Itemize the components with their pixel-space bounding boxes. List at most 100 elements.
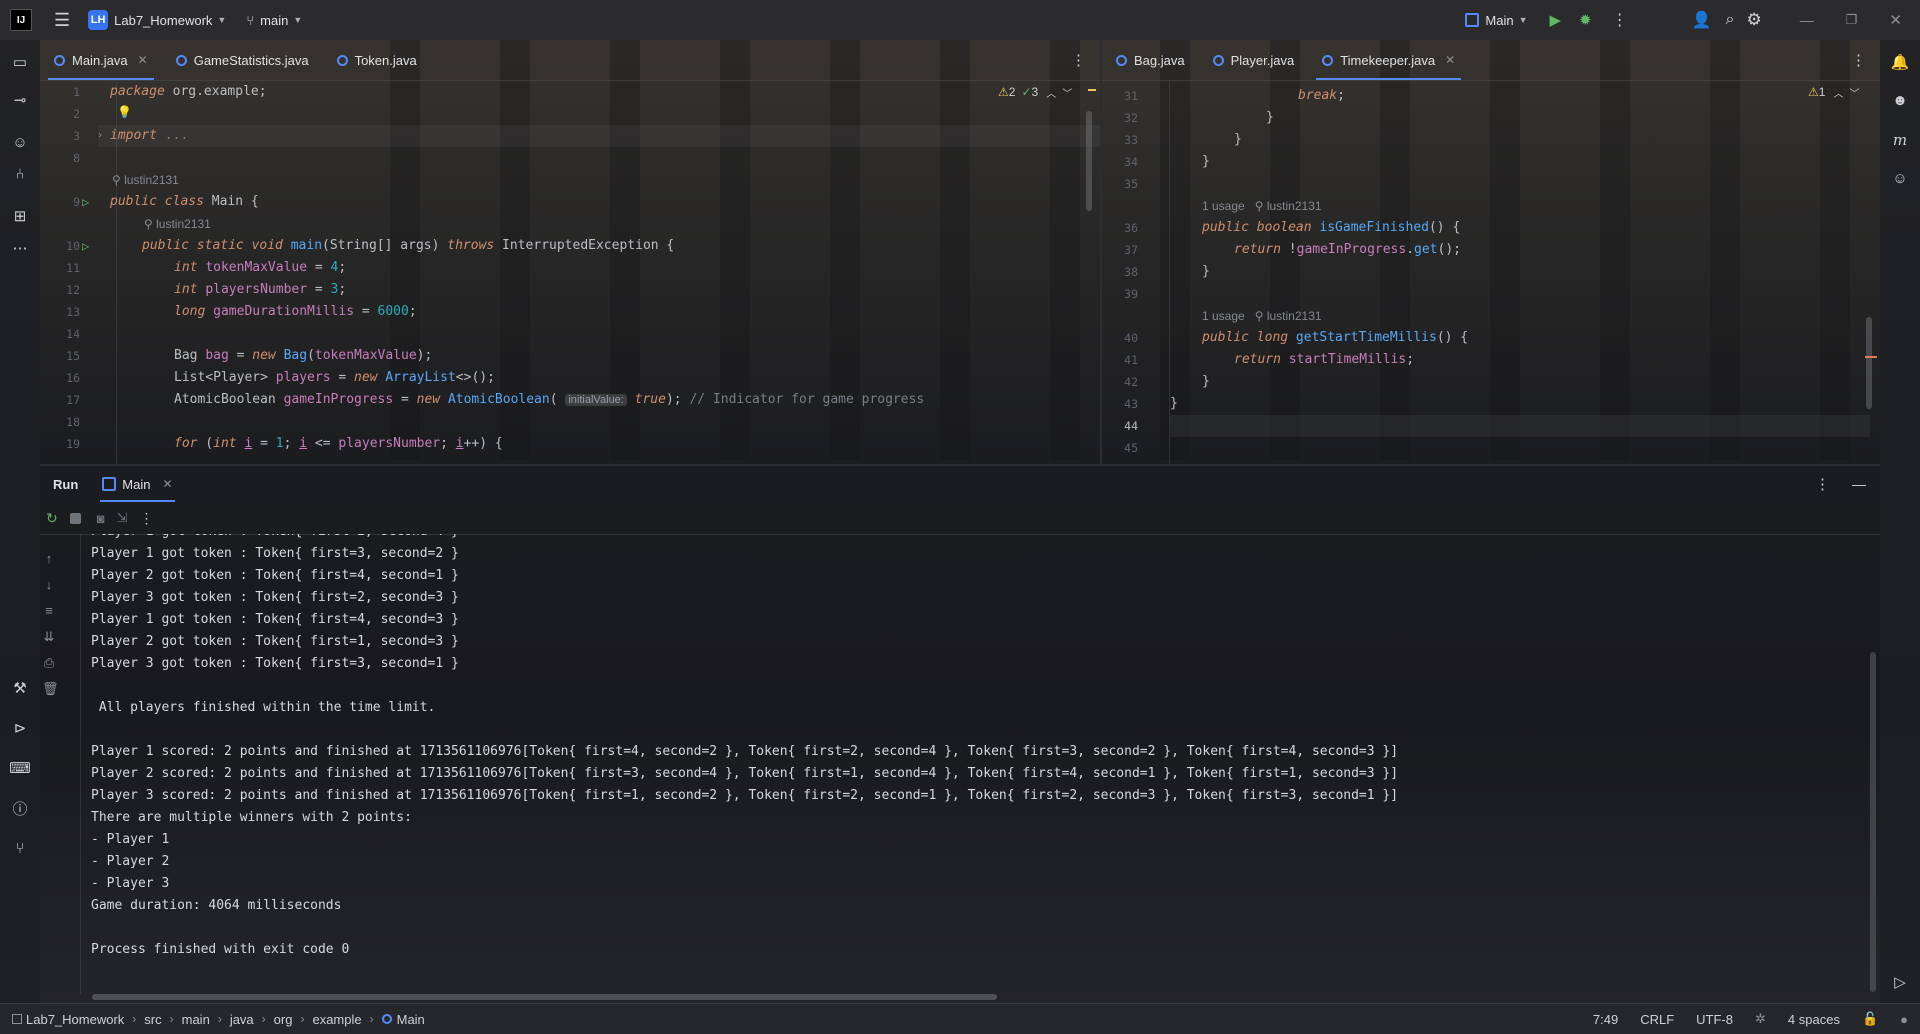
chevron-down-icon: ▼ [293, 15, 303, 25]
console-output[interactable]: Player 1 got token : Token{ first=2, sec… [40, 534, 1870, 984]
run-icon[interactable]: ▶ [1550, 11, 1562, 29]
line-number: 36 [1124, 221, 1138, 235]
run-gutter-icon[interactable]: ▷ [82, 239, 89, 253]
problems-icon[interactable]: ⓘ [8, 796, 32, 820]
services-icon[interactable]: ⊳ [8, 716, 32, 740]
main-menu-icon[interactable]: ☰ [54, 10, 70, 31]
file-encoding[interactable]: UTF-8 [1696, 1012, 1733, 1027]
tab-gamestatistics-java[interactable]: GameStatistics.java [162, 40, 323, 80]
more-actions-icon[interactable]: ⋮ [140, 510, 154, 527]
gear-icon[interactable]: ⚙ [1747, 10, 1762, 30]
tab-run-main[interactable]: Main ✕ [100, 466, 175, 502]
java-class-icon [381, 1014, 392, 1024]
inspections-widget[interactable]: ⚠ 1 ︿ ﹀ [1808, 81, 1859, 103]
indent-setting[interactable]: 4 spaces [1788, 1012, 1840, 1027]
stop-icon[interactable] [69, 512, 81, 524]
tab-bag-java[interactable]: Bag.java [1102, 40, 1199, 80]
git-icon[interactable]: ⑂ [8, 836, 32, 860]
code-line: public boolean isGameFinished() { [1202, 220, 1461, 235]
camera-icon[interactable]: ◙ [97, 511, 105, 526]
caret-position[interactable]: 7:49 [1593, 1012, 1618, 1027]
tab-timekeeper-java[interactable]: Timekeeper.java ✕ [1308, 40, 1469, 80]
debug-icon[interactable]: ✹ [1579, 11, 1592, 29]
more-actions-icon[interactable]: ⋮ [1612, 10, 1628, 30]
search-icon[interactable]: ⌕ [1726, 11, 1735, 29]
tab-token-java[interactable]: Token.java [323, 40, 431, 80]
pull-requests-icon[interactable]: ⑃ [8, 162, 32, 186]
project-badge: LH [88, 10, 109, 30]
restore-icon[interactable]: ❐ [1846, 12, 1858, 28]
code-area-timekeeper[interactable]: 31 32 33 34 35 36 37 38 39 40 41 42 43 4… [1102, 81, 1880, 464]
chevron-down-icon[interactable]: ﹀ [1062, 85, 1072, 100]
indexing-icon[interactable]: ✲ [1755, 1011, 1766, 1027]
commit-icon[interactable]: ⊸ [8, 88, 32, 112]
tab-player-java[interactable]: Player.java [1199, 40, 1309, 80]
ai-assistant-icon[interactable]: ☻ [1888, 88, 1912, 112]
fold-chevron-icon[interactable]: › [97, 125, 103, 147]
tab-main-java[interactable]: Main.java ✕ [40, 40, 162, 80]
hide-panel-icon[interactable]: — [1852, 476, 1866, 492]
vertical-scrollbar[interactable] [1870, 652, 1876, 992]
tab-options-icon[interactable]: ⋮ [1071, 51, 1086, 69]
line-number: 12 [66, 283, 80, 297]
breadcrumb-item[interactable]: src [144, 1012, 161, 1027]
usage-hint[interactable]: 1 usage ⚲ lustin2131 [1202, 195, 1322, 217]
breadcrumb-item[interactable]: main [182, 1012, 210, 1027]
chevron-up-icon[interactable]: ︿ [1833, 85, 1843, 100]
java-class-icon [175, 54, 187, 66]
code-line: for (int i = 1; i <= playersNumber; i++)… [174, 436, 503, 451]
breadcrumb-item[interactable]: example [312, 1012, 361, 1027]
code-line: return !gameInProgress.get(); [1234, 242, 1461, 257]
chevron-down-icon[interactable]: ﹀ [1849, 85, 1859, 100]
close-tab-icon[interactable]: ✕ [1445, 53, 1455, 67]
run-widget-icon[interactable]: ▷ [1888, 970, 1912, 994]
build-hammer-icon[interactable]: ⚒ [8, 676, 32, 700]
horizontal-scrollbar[interactable] [92, 994, 997, 1000]
run-config-selector[interactable]: Main ▼ [1465, 13, 1528, 28]
chevron-up-icon[interactable]: ︿ [1046, 85, 1056, 100]
breadcrumb-item[interactable]: org [274, 1012, 293, 1027]
breadcrumb-item[interactable]: Lab7_Homework [26, 1012, 124, 1027]
run-gutter-icon[interactable]: ▷ [82, 195, 89, 209]
panel-options-icon[interactable]: ⋮ [1815, 475, 1830, 493]
rerun-icon[interactable]: ↻ [46, 510, 58, 527]
notifications-icon[interactable]: 🔔 [1888, 50, 1912, 74]
check-icon: ✓ [1021, 85, 1032, 99]
git-branch-icon: ⑂ [246, 12, 255, 28]
inspections-widget[interactable]: ⚠ 2 ✓ 3 ︿ ﹀ [998, 81, 1072, 103]
lock-icon[interactable]: 🔓 [1862, 1011, 1878, 1027]
run-panel-header: Run Main ✕ ⋮ — [40, 466, 1880, 502]
close-tab-icon[interactable]: ✕ [138, 53, 148, 67]
editor-scrollbar[interactable] [1086, 111, 1092, 211]
line-number: 9 [73, 195, 80, 209]
java-class-icon [1212, 54, 1224, 66]
usage-hint[interactable]: 1 usage ⚲ lustin2131 [1202, 305, 1322, 327]
structure-icon[interactable]: ⊞ [8, 204, 32, 228]
terminal-icon[interactable]: ⌨ [8, 756, 32, 780]
export-icon[interactable]: ⇲ [117, 510, 128, 526]
code-area-main[interactable]: 1 2 3 8 9 10 11 12 13 14 15 16 17 18 19 … [40, 81, 1100, 464]
copilot-chat-icon[interactable]: ☺ [1888, 166, 1912, 190]
code-line: package org.example; [110, 84, 267, 99]
chevron-down-icon: ▼ [217, 15, 227, 25]
console-line: Player 1 scored: 2 points and finished a… [91, 744, 1399, 759]
console-line: - Player 1 [91, 832, 170, 847]
close-tab-icon[interactable]: ✕ [162, 477, 172, 491]
breadcrumb-item[interactable]: Main [397, 1012, 425, 1027]
maven-icon[interactable]: m [1888, 128, 1912, 152]
more-tools-icon[interactable]: ⋯ [8, 236, 32, 260]
minimize-icon[interactable]: — [1800, 12, 1814, 28]
tab-options-icon[interactable]: ⋮ [1851, 51, 1866, 69]
lightbulb-icon[interactable]: 💡 [117, 105, 132, 119]
line-separator[interactable]: CRLF [1640, 1012, 1674, 1027]
copilot-icon[interactable]: ☺ [8, 130, 32, 154]
add-user-icon[interactable]: 👤 [1692, 10, 1712, 30]
branch-selector[interactable]: ⑂ main ▼ [246, 13, 302, 28]
close-window-icon[interactable]: ✕ [1889, 11, 1902, 29]
console-line: There are multiple winners with 2 points… [91, 810, 412, 825]
memory-indicator-icon[interactable]: ● [1900, 1012, 1908, 1027]
project-selector[interactable]: LH Lab7_Homework ▼ [88, 10, 226, 30]
breadcrumb-item[interactable]: java [230, 1012, 254, 1027]
editor-scrollbar[interactable] [1866, 317, 1872, 409]
folder-icon[interactable]: ▭ [8, 50, 32, 74]
